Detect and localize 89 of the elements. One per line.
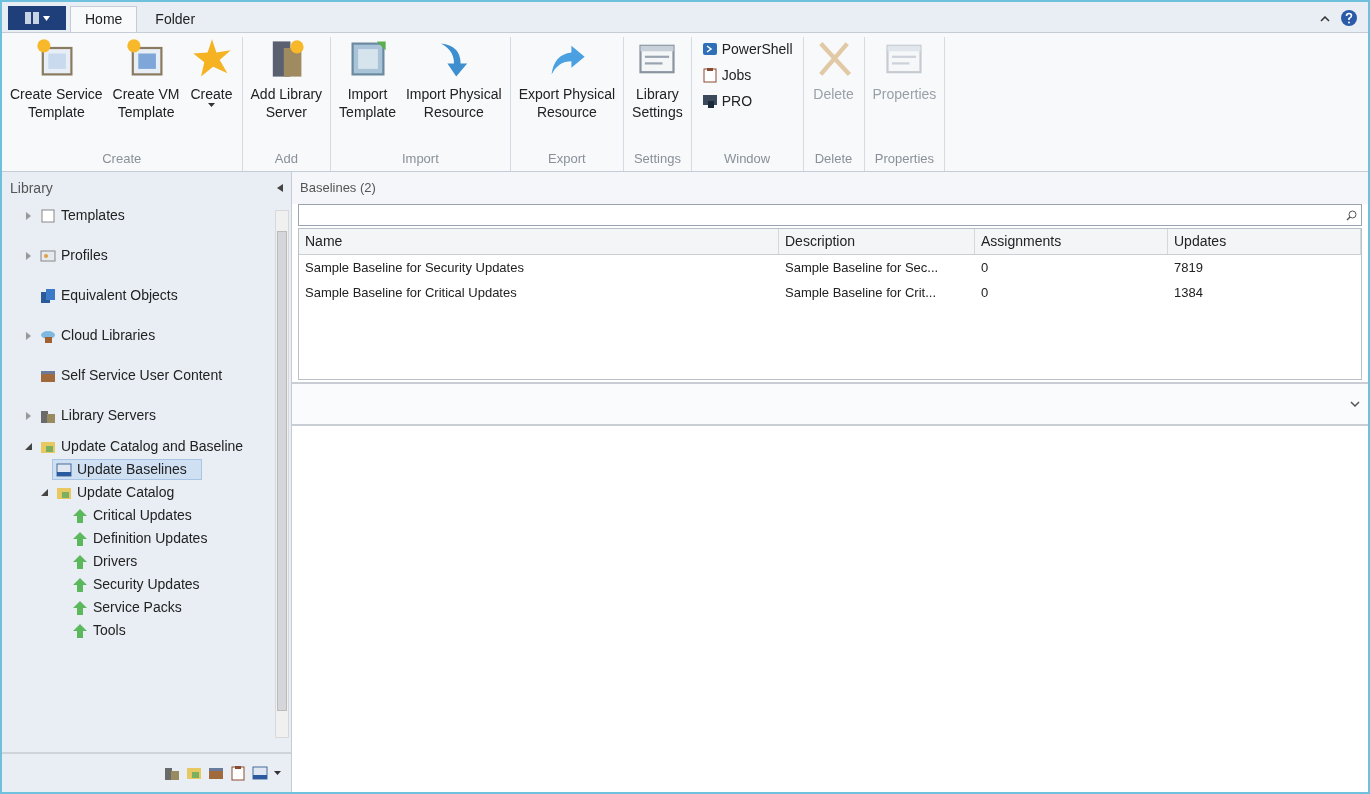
view-title: Baselines (2) [300,179,376,198]
table-cell-text: 0 [980,259,990,278]
tree-item[interactable]: Service Packs [68,597,186,618]
tree-item[interactable]: Update Catalog [52,482,179,503]
ribbon-group-label: Window [723,150,772,168]
collapse-arrow-icon[interactable] [24,443,32,450]
ribbon-group-label: Import [400,150,440,168]
ribbon-button[interactable]: Import Template [335,37,400,149]
column-header[interactable]: Updates [1168,229,1361,254]
expand-arrow-icon[interactable] [25,251,31,260]
clipboard-icon [230,765,246,781]
clipboard-icon [701,67,718,83]
ribbon-group-label: Export [547,150,587,168]
scrollbar[interactable] [275,210,289,738]
search-field[interactable] [298,204,1362,226]
search-icon [1346,209,1357,221]
baseline-icon [56,461,72,478]
monitor-icon [701,93,718,109]
ribbon-button[interactable]: Export Physical Resource [514,37,620,149]
table-cell-text: Sample Baseline for Sec... [784,259,940,278]
table-cell-text: Sample Baseline for Crit... [784,284,937,303]
box-icon [208,765,224,781]
window-icon [24,12,39,24]
ribbon-group-label: Delete [813,150,854,168]
server-icon [164,765,180,781]
ribbon-button[interactable]: Create VM Template [108,37,184,149]
baseline-icon [252,765,268,781]
tree-item[interactable]: Tools [68,620,130,641]
tree-item[interactable]: Equivalent Objects [36,285,182,306]
ribbon-small-button[interactable]: Jobs [701,63,793,87]
stacked-pages-icon [40,287,56,304]
application-menu-button[interactable] [8,6,66,30]
expand-arrow-icon[interactable] [25,411,31,420]
profile-icon [40,247,56,264]
ribbon-group-label: Add [273,150,299,168]
ribbon-tab[interactable]: Home [70,6,138,32]
ribbon-tab[interactable]: Folder [141,6,210,32]
tree-item[interactable]: Cloud Libraries [36,325,160,346]
pane-title: Library [10,178,53,198]
column-header[interactable]: Name [299,229,779,254]
ribbon-button[interactable]: Library Settings [628,37,687,149]
up-arrow-icon [72,576,88,593]
ribbon-button[interactable]: Import Physical Resource [401,37,506,149]
folder-icon [186,765,202,781]
ribbon-button[interactable]: Create Service Template [6,37,107,149]
workspace-button[interactable] [252,765,268,781]
tree-item[interactable]: Self Service User Content [36,365,227,386]
tree-item[interactable]: Drivers [68,551,142,572]
column-header[interactable]: Description [779,229,975,254]
table-cell-text: Sample Baseline for Security Updates [304,259,525,278]
collapse-arrow-icon[interactable] [40,489,48,496]
tree-item[interactable]: Library Servers [36,405,160,426]
table-cell-text: 1384 [1173,284,1204,303]
tree-item[interactable]: Definition Updates [68,528,212,549]
tree-item[interactable]: Security Updates [68,574,204,595]
table-cell-text: Sample Baseline for Critical Updates [304,284,518,303]
collapse-ribbon-icon[interactable] [1320,16,1330,22]
collapse-pane-icon[interactable] [277,184,283,192]
column-header[interactable]: Assignments [975,229,1168,254]
help-icon[interactable] [1340,9,1358,27]
caret-icon [42,15,50,21]
up-arrow-icon [72,622,88,639]
up-arrow-icon [72,599,88,616]
powershell-icon [701,41,718,57]
tree-item[interactable]: Update Catalog and Baseline [36,436,248,457]
ribbon-group-label: Properties [873,150,936,168]
workspace-button[interactable] [208,765,224,781]
up-arrow-icon [72,507,88,524]
workspace-button[interactable] [164,765,180,781]
table-cell-text: 7819 [1173,259,1204,278]
tree-item[interactable]: Critical Updates [68,505,196,526]
ribbon-group-label: Create [101,150,143,168]
expand-icon [1350,401,1360,407]
page-icon [40,207,56,224]
tree-item[interactable]: Profiles [36,245,112,266]
table-cell-text: 0 [980,284,990,303]
ribbon-small-button[interactable]: PRO [701,89,793,113]
tree-item[interactable]: Update Baselines [52,459,202,480]
workspace-button[interactable] [230,765,246,781]
expand-arrow-icon[interactable] [25,211,31,220]
up-arrow-icon [72,530,88,547]
expand-arrow-icon[interactable] [25,331,31,340]
ribbon-button[interactable]: Create [185,37,238,149]
ribbon-group-label: Settings [632,150,682,168]
ribbon-button[interactable]: Add Library Server [246,37,327,149]
tree-item[interactable]: Templates [36,205,129,226]
up-arrow-icon [72,553,88,570]
caret-icon[interactable] [274,771,281,775]
ribbon-small-button[interactable]: PowerShell [701,37,793,61]
